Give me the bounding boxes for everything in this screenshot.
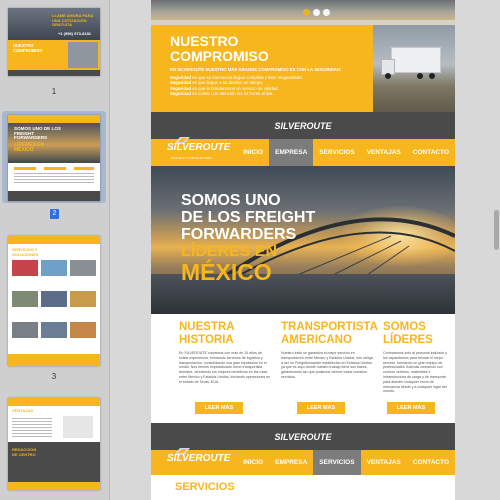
commitment-title-line2: COMPROMISO — [170, 48, 269, 64]
brand-band: SILVEROUTE — [151, 112, 455, 139]
commitment-item: Seguridad en contar con atención las 24 … — [170, 91, 274, 97]
slider-dots[interactable] — [303, 9, 330, 16]
nav2-item-ventajas[interactable]: VENTAJAS — [361, 450, 407, 475]
about-columns: NUESTRA HISTORIA En SILVEROUTE contamos c… — [151, 314, 455, 423]
thumb2-title-yellow: LÍDERES EN MÉXICO — [14, 142, 45, 153]
thumb4-subtitle: REDACCIÓN DE CENTRO — [12, 447, 37, 457]
page-thumbnail-4[interactable]: VENTAJAS REDACCIÓN DE CENTRO — [8, 398, 100, 490]
design-viewer: LLAME AHORA PARA UNA COTIZACIÓN GRATUITA… — [0, 0, 500, 500]
brand-band-text: SILVEROUTE — [274, 121, 332, 131]
commitment-section: NUESTRO COMPROMISO EN SILVEROUTE NUESTRO… — [151, 25, 455, 112]
vertical-scrollbar[interactable] — [493, 0, 500, 500]
nav-item-ventajas[interactable]: VENTAJAS — [361, 139, 407, 167]
thumb3-title: SERVICIOS Y SOLUCIONES — [12, 247, 39, 257]
main-nav-2: INICIO EMPRESA SERVICIOS VENTAJAS CONTAC… — [237, 450, 455, 475]
site-navbar: SILVEROUTE FREIGHT FORWARDERS INICIO EMP… — [151, 137, 455, 167]
page-number-2: 2 — [50, 209, 59, 219]
thumb1-tagline: LLAME AHORA PARA UNA COTIZACIÓN GRATUITA — [52, 13, 94, 27]
column-title: SOMOS LÍDERES — [383, 321, 433, 346]
page-canvas: NUESTRO COMPROMISO EN SILVEROUTE NUESTRO… — [151, 0, 455, 500]
slider-dot-2[interactable] — [313, 9, 320, 16]
nav-item-contacto[interactable]: CONTACTO — [407, 139, 455, 167]
column-text: En SILVEROUTE contamos con más de 15 año… — [179, 351, 271, 384]
services-section: SERVICIOS — [151, 475, 455, 500]
commitment-title-line1: NUESTRO — [170, 33, 239, 49]
thumb1-title: NUESTRO COMPROMISO — [13, 43, 43, 53]
nav-item-inicio[interactable]: INICIO — [237, 139, 269, 167]
truck-photo — [373, 25, 455, 112]
page-number-3: 3 — [51, 372, 57, 381]
site-navbar-2: SILVEROUTE INICIO EMPRESA SERVICIOS VENT… — [151, 448, 455, 475]
page-number-1: 1 — [51, 87, 57, 96]
commitment-intro: EN SILVEROUTE NUESTRO MÁS GRANDE COMPROM… — [170, 67, 342, 72]
brand-band-2: SILVEROUTE — [151, 423, 455, 450]
commitment-text: EN SILVEROUTE NUESTRO MÁS GRANDE COMPROM… — [170, 67, 375, 97]
slider-dot-1[interactable] — [303, 9, 310, 16]
slider-dot-3[interactable] — [323, 9, 330, 16]
page-thumbnail-3[interactable]: SERVICIOS Y SOLUCIONES — [8, 236, 100, 366]
nav-item-empresa[interactable]: EMPRESA — [269, 139, 314, 167]
commitment-title: NUESTRO COMPROMISO — [170, 34, 310, 64]
hero-line-4: LÍDERES EN — [181, 243, 278, 260]
canvas-margin-left — [110, 0, 151, 500]
column-title: TRANSPORTISTA AMERICANO — [281, 321, 378, 346]
brand-band-2-text: SILVEROUTE — [274, 432, 332, 442]
thumb1-phone: +1 (956) 973-8181 — [58, 31, 92, 36]
hero-headline: SOMOS UNO DE LOS FREIGHT FORWARDERS LÍDE… — [181, 192, 315, 284]
hero-line-3: FORWARDERS — [181, 226, 297, 243]
nav2-item-inicio[interactable]: INICIO — [237, 450, 269, 475]
thumb4-title: VENTAJAS — [12, 408, 34, 413]
site-logo-2[interactable]: SILVEROUTE — [167, 453, 230, 464]
page-thumbnail-2[interactable]: SOMOS UNO DE LOS FREIGHT FORWARDERS LÍDE… — [8, 115, 100, 201]
main-nav: INICIO EMPRESA SERVICIOS VENTAJAS CONTAC… — [237, 139, 455, 167]
nav-item-servicios[interactable]: SERVICIOS — [313, 139, 360, 167]
read-more-button-historia[interactable]: LEER MÁS — [195, 402, 243, 414]
column-title: NUESTRA HISTORIA — [179, 321, 235, 346]
site-logo[interactable]: SILVEROUTE — [167, 142, 230, 153]
services-title: SERVICIOS — [175, 481, 235, 493]
site-logo-subtitle: FREIGHT FORWARDERS — [171, 156, 212, 160]
hero-line-1: SOMOS UNO — [181, 192, 281, 209]
column-text: Nuestro éxito se garantiza al mejor serv… — [281, 351, 373, 379]
nav2-item-empresa[interactable]: EMPRESA — [269, 450, 313, 475]
column-text: Contratamos solo al personal indicado y … — [383, 351, 447, 394]
hero-banner: SOMOS UNO DE LOS FREIGHT FORWARDERS LÍDE… — [151, 166, 455, 314]
hero-line-2: DE LOS FREIGHT — [181, 209, 316, 226]
nav2-item-servicios[interactable]: SERVICIOS — [313, 450, 361, 475]
read-more-button-lideres[interactable]: LEER MÁS — [387, 402, 435, 414]
read-more-button-transportista[interactable]: LEER MÁS — [297, 402, 345, 414]
truck-trailer-shape — [391, 47, 441, 73]
thumb2-title-white: SOMOS UNO DE LOS FREIGHT FORWARDERS — [14, 126, 61, 140]
nav2-item-contacto[interactable]: CONTACTO — [407, 450, 455, 475]
page-thumbnails-sidebar[interactable]: LLAME AHORA PARA UNA COTIZACIÓN GRATUITA… — [0, 0, 110, 500]
hero-line-5: MÉXICO — [181, 259, 272, 285]
scrollbar-thumb[interactable] — [494, 210, 499, 250]
page-thumbnail-1[interactable]: LLAME AHORA PARA UNA COTIZACIÓN GRATUITA… — [8, 8, 100, 76]
